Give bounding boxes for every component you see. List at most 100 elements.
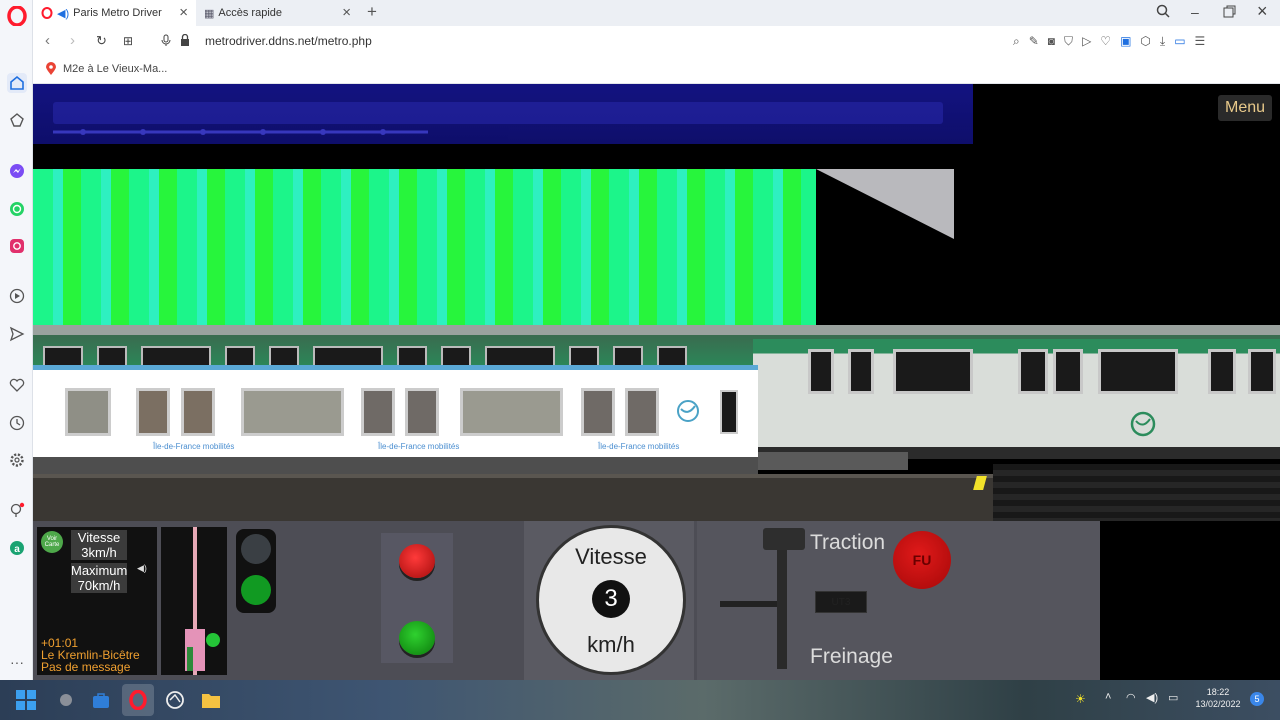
app-circle-icon[interactable] [163, 688, 187, 712]
search-icon[interactable] [55, 689, 77, 711]
train-door-window [625, 388, 659, 436]
opera-logo-icon[interactable] [7, 6, 27, 26]
store-icon[interactable] [89, 688, 113, 712]
lever-handle[interactable] [763, 528, 805, 550]
wifi-icon[interactable]: ◠ [1126, 691, 1136, 704]
forward-icon[interactable]: › [70, 32, 75, 49]
tab-title: Paris Metro Driver [73, 7, 162, 19]
windows-start-icon[interactable] [14, 688, 38, 712]
car-window [893, 349, 973, 394]
ratp-logo-icon [677, 400, 699, 422]
mode-readout: UT3 [815, 591, 867, 613]
speaker-icon[interactable]: ◀) [57, 7, 69, 20]
translate-icon[interactable]: ▣ [1120, 34, 1131, 49]
opera-tab-icon [41, 7, 53, 19]
idf-mobilites-logo: Île-de-France mobilités [153, 442, 235, 451]
microphone-icon[interactable] [161, 34, 171, 50]
tab-title: Accès rapide [218, 7, 282, 19]
line-map-banner [33, 84, 973, 144]
send-page-icon[interactable]: ▷ [1082, 34, 1091, 49]
platform-floor [33, 474, 993, 521]
battery-saver-icon[interactable]: ▭ [1174, 34, 1185, 49]
lever-panel: Traction Freinage UT3 FU [697, 521, 1100, 680]
bookmark-item[interactable]: M2e à Le Vieux-Ma... [45, 62, 167, 76]
reload-icon[interactable]: ↻ [96, 33, 107, 49]
lever-neutral-arm [720, 601, 777, 607]
back-icon[interactable]: ‹ [45, 32, 50, 49]
send-icon[interactable] [7, 324, 27, 344]
traction-label: Traction [810, 531, 886, 554]
new-tab-button[interactable]: + [367, 2, 377, 22]
close-window-button[interactable]: × [1257, 1, 1268, 22]
search-tabs-icon[interactable] [1156, 4, 1170, 21]
more-icon[interactable]: ··· [7, 652, 27, 672]
car-door-window [1208, 349, 1236, 394]
status-text: +01:01 Le Kremlin-Bicêtre Pas de message [41, 637, 159, 673]
aria-icon[interactable]: a [7, 538, 27, 558]
tray-arrow-icon[interactable]: ˄ [1105, 691, 1111, 703]
bogie [758, 452, 908, 470]
info-screen: Voir Carte Vitesse 3km/h Maximum 70km/h … [37, 527, 157, 675]
edit-icon[interactable]: ✎ [1029, 34, 1039, 49]
adblock-shield-icon[interactable]: ⛉ [1064, 34, 1073, 49]
red-button[interactable] [399, 544, 435, 578]
instagram-icon[interactable] [7, 236, 27, 256]
zoom-icon[interactable]: ⌕ [1013, 34, 1020, 49]
history-icon[interactable] [7, 413, 27, 433]
opera-taskbar-icon[interactable] [122, 684, 154, 716]
green-button[interactable] [399, 621, 435, 655]
line-map-stations [53, 129, 428, 135]
train-door-window [581, 388, 615, 436]
player-icon[interactable] [7, 286, 27, 306]
emergency-brake-button[interactable]: FU [893, 531, 951, 589]
speedometer-label: Vitesse [575, 544, 647, 569]
camera-icon[interactable]: ◙ [1048, 34, 1055, 49]
map-badge[interactable]: Voir Carte [41, 531, 63, 553]
message: Pas de message [41, 660, 131, 674]
tab-acces-rapide[interactable]: ▦ Accès rapide × [196, 0, 359, 26]
heart-icon[interactable] [7, 375, 27, 395]
clock-date: 13/02/2022 [1195, 699, 1241, 709]
line-profile-strip [161, 527, 227, 675]
train-door-window [405, 388, 439, 436]
workspace-icon[interactable] [7, 110, 27, 130]
brake-label: Freinage [810, 645, 893, 668]
speedometer-value: 3 [592, 580, 630, 618]
package-icon[interactable]: ⬡ [1140, 34, 1150, 49]
url-field[interactable]: metrodriver.ddns.net/metro.php [205, 34, 372, 48]
easy-setup-icon[interactable]: ☰ [1195, 34, 1206, 49]
clock-time: 18:22 [1206, 687, 1230, 697]
battery-icon[interactable]: ▭ [1168, 691, 1178, 704]
metro-train-front: Île-de-France mobilités Île-de-France mo… [33, 365, 758, 477]
browser-sidebar: a ··· [0, 0, 33, 685]
clock[interactable]: 18:22 13/02/2022 [1192, 686, 1244, 710]
file-explorer-icon[interactable] [199, 688, 223, 712]
max-speed-box: Maximum 70km/h [71, 563, 127, 593]
restore-button[interactable] [1223, 5, 1236, 21]
tab-paris-metro-driver[interactable]: ◀) Paris Metro Driver × [33, 0, 196, 26]
car-door-window [1018, 349, 1048, 394]
lightbulb-icon[interactable] [7, 500, 27, 520]
download-icon[interactable]: ⤓ [1160, 34, 1165, 49]
speaker-icon[interactable]: ◀) [137, 563, 147, 574]
weather-icon[interactable]: ☀ [1075, 692, 1086, 706]
menu-button[interactable]: Menu [1218, 95, 1272, 121]
whatsapp-icon[interactable] [7, 199, 27, 219]
notification-badge[interactable]: 5 [1250, 692, 1264, 706]
lock-icon[interactable] [180, 33, 190, 49]
game-canvas[interactable]: Menu Île-de-France mobilités Île-de-Fran… [33, 84, 1280, 680]
tiles-icon[interactable]: ⊞ [123, 34, 133, 48]
minimize-button[interactable]: – [1191, 4, 1199, 20]
grid-icon: ▦ [204, 7, 215, 20]
volume-icon[interactable]: ◀) [1146, 691, 1158, 704]
close-tab-icon[interactable]: × [342, 4, 351, 21]
messenger-icon[interactable] [7, 161, 27, 181]
car-door-window [848, 349, 874, 394]
settings-gear-icon[interactable] [7, 450, 27, 470]
windows-taskbar: ☀ ˄ ◠ ◀) ▭ 18:22 13/02/2022 5 [0, 680, 1280, 720]
bookmark-heart-icon[interactable]: ♡ [1100, 34, 1111, 49]
home-icon[interactable] [7, 73, 27, 93]
line-map-track [53, 102, 943, 124]
close-tab-icon[interactable]: × [179, 4, 188, 21]
track-bed [993, 464, 1280, 521]
